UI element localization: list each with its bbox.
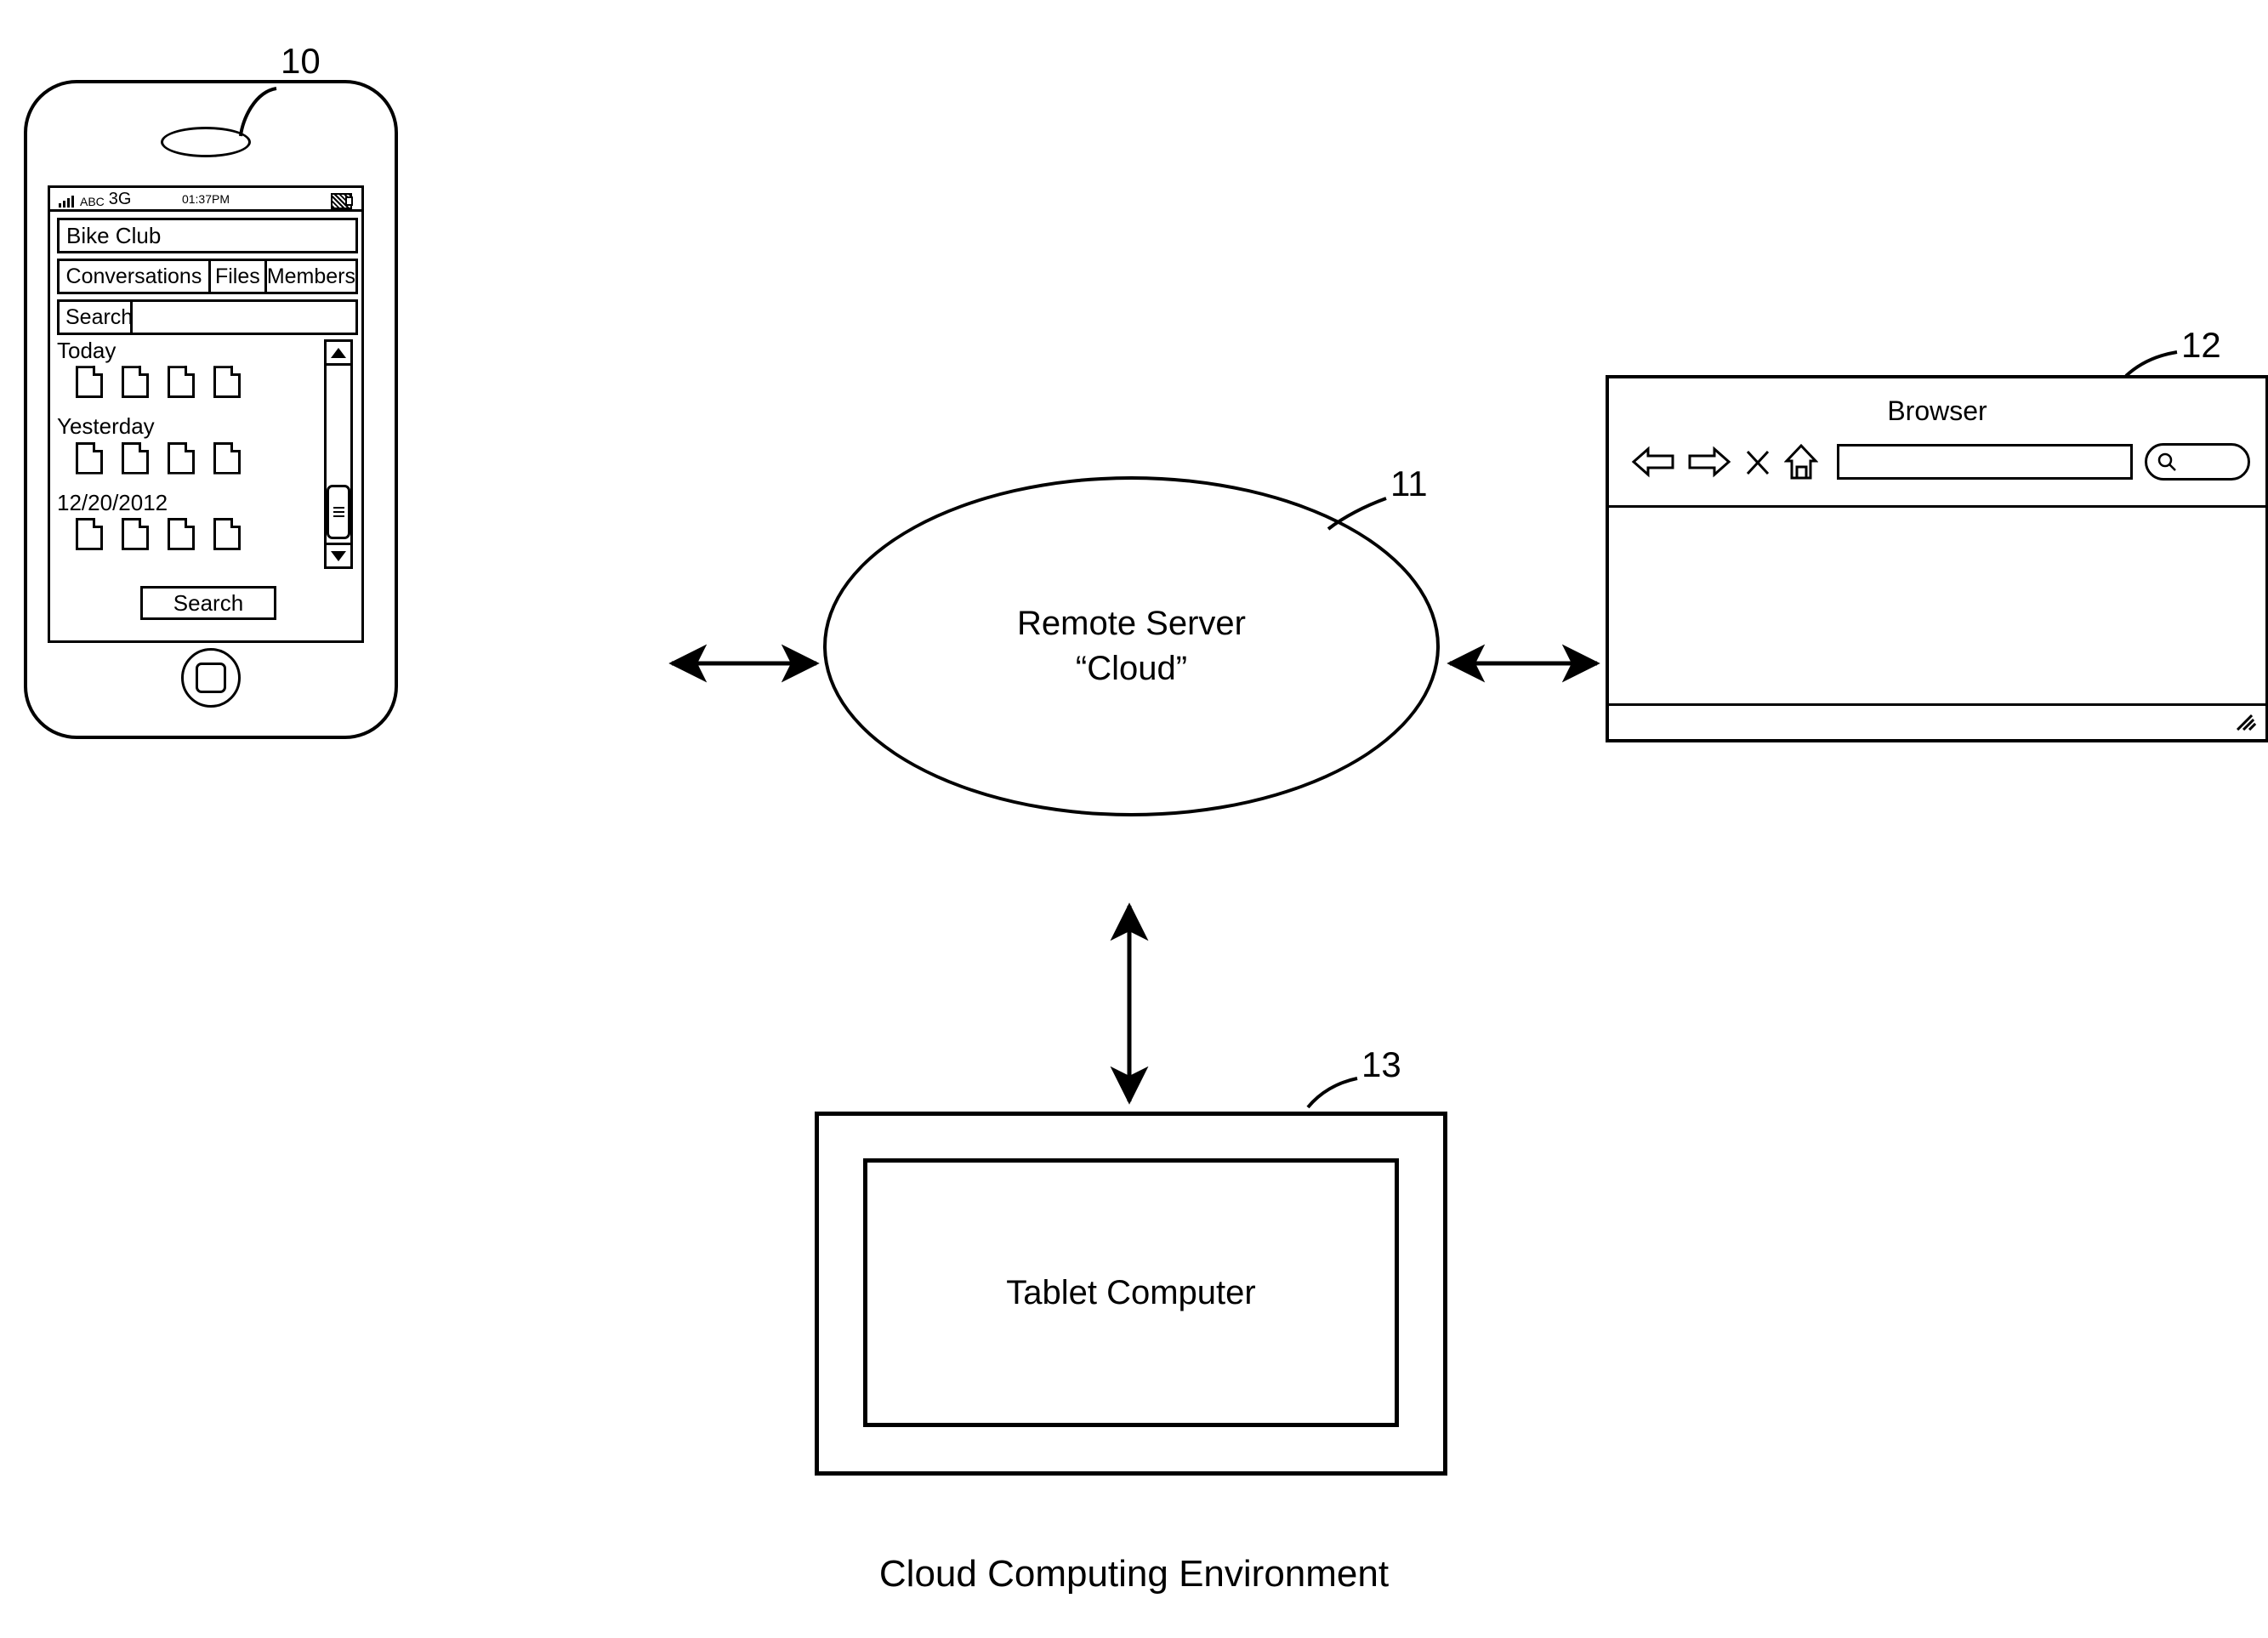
file-group-label: Today xyxy=(57,338,117,363)
leader-line-12 xyxy=(2124,350,2178,378)
tab-files-label: Files xyxy=(214,264,260,288)
search-row: Search xyxy=(57,299,358,335)
file-list: Today Yesterday 12/20/2012 xyxy=(57,338,312,567)
browser-toolbar xyxy=(1631,438,2250,486)
document-icon[interactable] xyxy=(168,366,195,399)
tab-conversations-label: Conversations xyxy=(65,264,202,288)
remote-server-cloud-node: Remote Server “Cloud” xyxy=(823,476,1440,816)
document-icon[interactable] xyxy=(76,441,103,475)
document-icon[interactable] xyxy=(122,366,149,399)
file-group-items xyxy=(76,441,312,475)
close-x-icon[interactable] xyxy=(1743,445,1772,479)
browser-title: Browser xyxy=(1887,395,1987,426)
search-button[interactable]: Search xyxy=(140,586,276,620)
cloud-label-line2: “Cloud” xyxy=(1075,650,1188,687)
url-input[interactable] xyxy=(1837,444,2133,480)
cloud-label-line1: Remote Server xyxy=(1017,604,1246,642)
browser-window: Browser xyxy=(1606,375,2268,742)
grip-lines-icon xyxy=(333,504,344,520)
browser-status-bar xyxy=(1609,703,2265,739)
tablet-computer-device: Tablet Computer xyxy=(815,1112,1447,1476)
document-icon[interactable] xyxy=(122,517,149,550)
magnifier-icon xyxy=(2157,452,2176,471)
scrollbar-thumb[interactable] xyxy=(327,485,350,539)
scroll-up-button[interactable] xyxy=(327,342,350,366)
reference-numeral-10: 10 xyxy=(281,41,321,81)
speaker-grille-icon xyxy=(161,127,251,157)
file-group: 12/20/2012 xyxy=(57,489,312,550)
search-button-label: Search xyxy=(173,589,244,616)
document-icon[interactable] xyxy=(76,366,103,399)
file-group-label: Yesterday xyxy=(57,413,155,440)
battery-icon xyxy=(331,193,353,209)
browser-search-box[interactable] xyxy=(2145,443,2250,481)
leader-line-13 xyxy=(1306,1077,1358,1109)
community-title-value: Bike Club xyxy=(66,222,162,248)
figure-canvas: ABC 3G 01:37PM Bike Club Conversations F… xyxy=(0,0,2268,1638)
arrow-right-icon[interactable] xyxy=(1687,445,1731,479)
search-row-label[interactable]: Search xyxy=(60,302,133,333)
home-icon[interactable] xyxy=(1784,442,1818,481)
triangle-down-icon xyxy=(331,550,346,561)
vertical-scrollbar[interactable] xyxy=(324,339,353,569)
resize-grip-icon[interactable] xyxy=(2233,710,2259,736)
document-icon[interactable] xyxy=(213,517,241,550)
document-icon[interactable] xyxy=(168,517,195,550)
file-group-label: 12/20/2012 xyxy=(57,489,168,515)
document-icon[interactable] xyxy=(76,517,103,550)
tablet-screen: Tablet Computer xyxy=(863,1158,1399,1427)
phone-screen: ABC 3G 01:37PM Bike Club Conversations F… xyxy=(48,185,364,643)
document-icon[interactable] xyxy=(213,441,241,475)
file-group: Yesterday xyxy=(57,413,312,475)
reference-numeral-12: 12 xyxy=(2181,325,2221,365)
tablet-label: Tablet Computer xyxy=(1006,1273,1256,1311)
community-title-field[interactable]: Bike Club xyxy=(57,218,358,253)
tab-members[interactable]: Members xyxy=(267,261,355,292)
figure-caption: Cloud Computing Environment xyxy=(878,1553,1390,1595)
document-icon[interactable] xyxy=(122,441,149,475)
tab-members-label: Members xyxy=(266,264,355,288)
status-bar-clock: 01:37PM xyxy=(181,191,230,206)
file-group-items xyxy=(76,517,312,550)
triangle-up-icon xyxy=(331,347,346,358)
mobile-phone-device: ABC 3G 01:37PM Bike Club Conversations F… xyxy=(24,80,398,739)
tab-files[interactable]: Files xyxy=(211,261,267,292)
home-button-square-icon xyxy=(196,663,226,693)
arrow-left-icon[interactable] xyxy=(1631,445,1675,479)
document-icon[interactable] xyxy=(168,441,195,475)
search-row-label-text: Search xyxy=(65,304,134,329)
tab-bar: Conversations Files Members xyxy=(57,259,358,294)
browser-chrome: Browser xyxy=(1609,378,2265,508)
document-icon[interactable] xyxy=(213,366,241,399)
browser-viewport[interactable] xyxy=(1609,508,2265,703)
file-group: Today xyxy=(57,338,312,399)
phone-app-body: Bike Club Conversations Files Members Se… xyxy=(50,212,361,640)
reference-numeral-13: 13 xyxy=(1361,1044,1401,1084)
tab-conversations[interactable]: Conversations xyxy=(60,261,211,292)
phone-status-bar: ABC 3G 01:37PM xyxy=(50,188,361,212)
reference-numeral-11: 11 xyxy=(1390,464,1428,503)
scroll-down-button[interactable] xyxy=(327,543,350,566)
file-group-items xyxy=(76,366,312,399)
search-input[interactable] xyxy=(133,302,355,333)
